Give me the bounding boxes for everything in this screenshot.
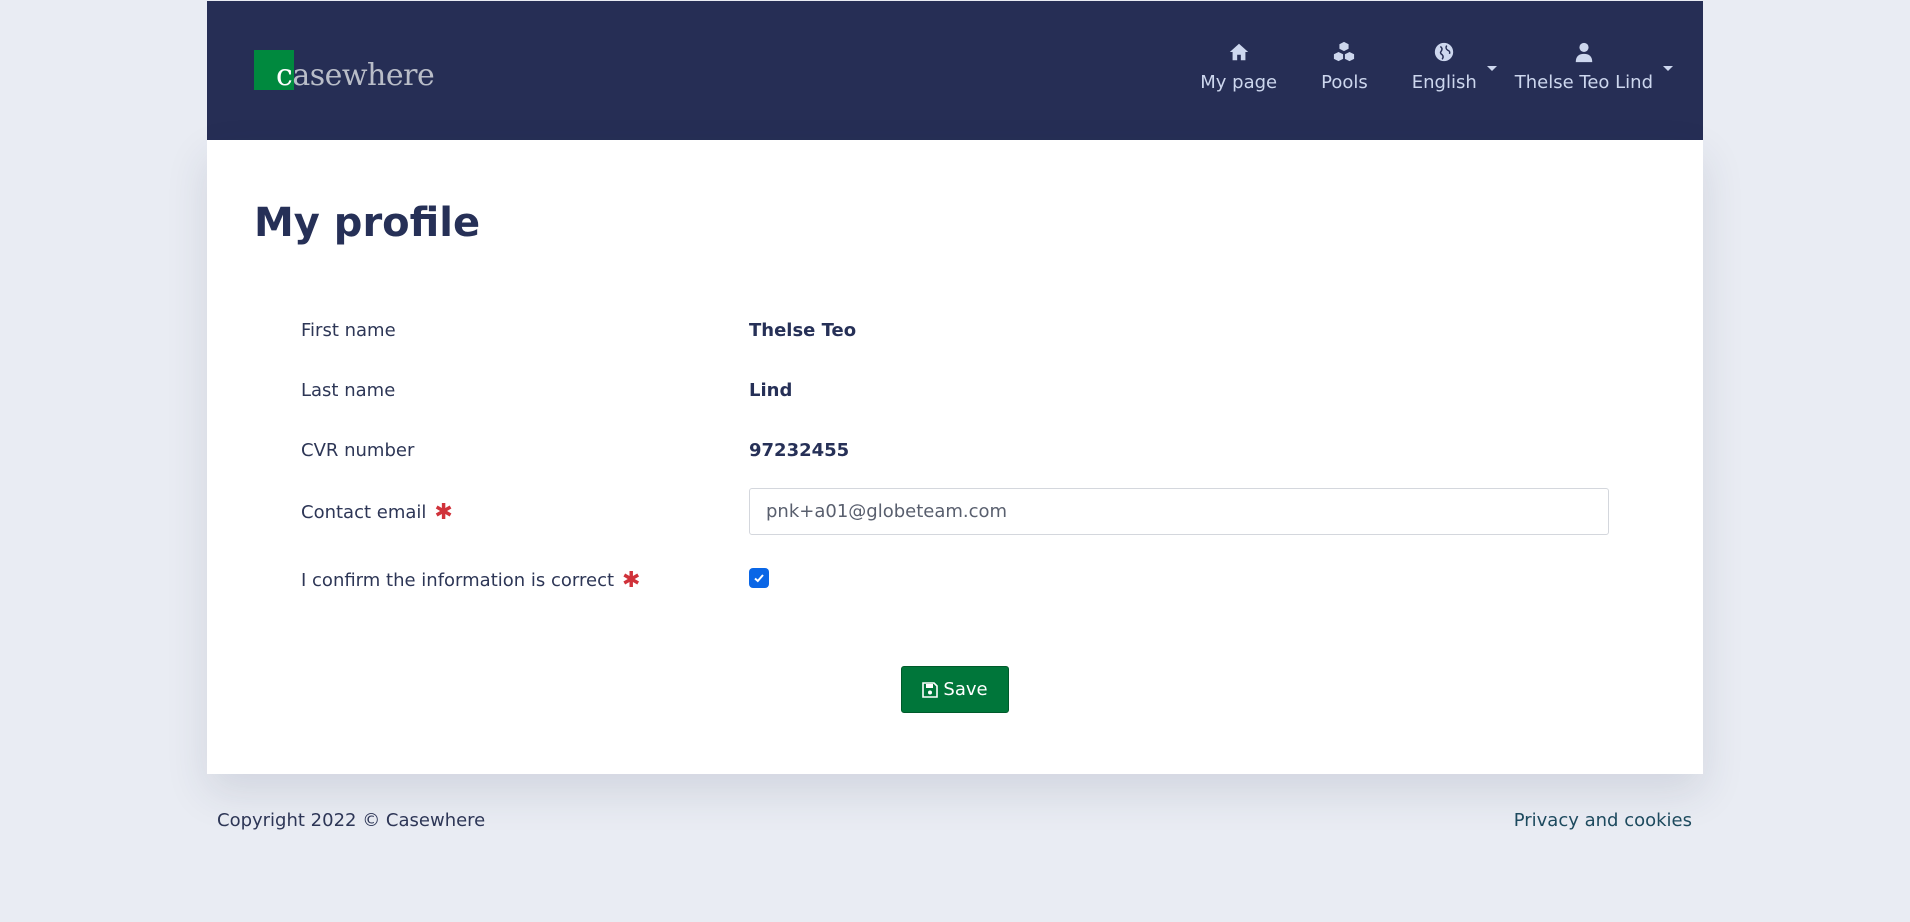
nav-language-label: English xyxy=(1411,72,1477,93)
email-label: Contact email ✱ xyxy=(301,500,453,525)
last-name-label: Last name xyxy=(301,380,396,401)
first-name-label: First name xyxy=(301,320,396,341)
first-name-row: First name Thelse Teo xyxy=(301,320,1621,360)
casewhere-logo[interactable]: casewhere xyxy=(254,50,444,93)
save-button-label: Save xyxy=(943,679,988,700)
cvr-value: 97232455 xyxy=(749,440,850,461)
chevron-down-icon xyxy=(1663,66,1673,71)
main-nav: My page Pools English Thelse Teo Lind xyxy=(1156,41,1673,101)
checkmark-icon xyxy=(754,574,764,583)
profile-card: My profile First name Thelse Teo Last na… xyxy=(207,140,1703,774)
cubes-icon xyxy=(1334,41,1355,62)
nav-my-page[interactable]: My page xyxy=(1200,41,1277,93)
email-row: Contact email ✱ xyxy=(301,488,1621,540)
cvr-label: CVR number xyxy=(301,440,415,461)
nav-pools[interactable]: Pools xyxy=(1321,41,1368,93)
nav-pools-label: Pools xyxy=(1321,72,1368,93)
email-label-text: Contact email xyxy=(301,502,427,523)
logo-word: asewhere xyxy=(292,58,435,93)
nav-language[interactable]: English xyxy=(1411,41,1497,93)
privacy-cookies-link[interactable]: Privacy and cookies xyxy=(1514,810,1692,831)
page-title: My profile xyxy=(254,200,481,246)
save-button[interactable]: Save xyxy=(901,666,1009,713)
nav-user-label: Thelse Teo Lind xyxy=(1514,72,1653,93)
first-name-value: Thelse Teo xyxy=(749,320,857,341)
confirm-label: I confirm the information is correct ✱ xyxy=(301,568,640,593)
confirm-checkbox[interactable] xyxy=(749,568,769,588)
cvr-row: CVR number 97232455 xyxy=(301,440,1621,480)
last-name-value: Lind xyxy=(749,380,793,401)
nav-user-menu[interactable]: Thelse Teo Lind xyxy=(1514,41,1673,93)
confirm-label-text: I confirm the information is correct xyxy=(301,570,615,591)
top-header: casewhere My page Pools English Thelse T… xyxy=(207,1,1703,140)
contact-email-input[interactable] xyxy=(749,488,1609,535)
required-asterisk-icon: ✱ xyxy=(434,500,453,525)
logo-letter: c xyxy=(276,58,293,93)
chevron-down-icon xyxy=(1486,66,1497,71)
app-shell: casewhere My page Pools English Thelse T… xyxy=(207,1,1703,774)
globe-icon xyxy=(1435,42,1454,62)
copyright-text: Copyright 2022 © Casewhere xyxy=(217,810,486,831)
user-icon xyxy=(1575,42,1593,63)
floppy-disk-icon xyxy=(922,681,939,698)
home-icon xyxy=(1229,43,1248,61)
nav-my-page-label: My page xyxy=(1200,72,1278,93)
logo-wordmark: casewhere xyxy=(276,58,435,93)
required-asterisk-icon: ✱ xyxy=(622,568,641,593)
confirm-row: I confirm the information is correct ✱ xyxy=(301,568,1621,608)
last-name-row: Last name Lind xyxy=(301,380,1621,420)
